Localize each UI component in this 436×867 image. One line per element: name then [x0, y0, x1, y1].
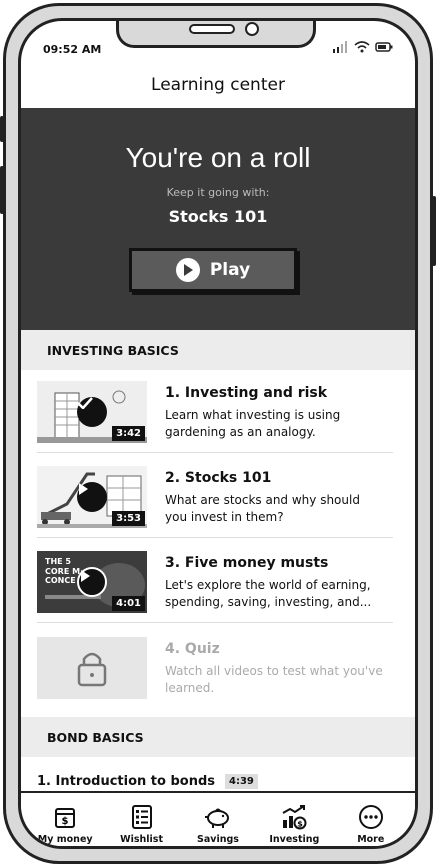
nav-label: More: [357, 834, 385, 845]
video-title: 2. Stocks 101: [165, 470, 272, 486]
video-title: 1. Investing and risk: [165, 385, 328, 401]
hero-course-name: Stocks 101: [168, 207, 268, 226]
quiz-description: Watch all videos to test what you've lea…: [165, 664, 383, 696]
nav-label: Wishlist: [120, 834, 164, 845]
svg-text:$: $: [298, 820, 304, 829]
power-button: [432, 196, 436, 266]
piggy-bank-icon: [204, 808, 229, 828]
battery-icon: [375, 42, 393, 52]
video-title: 3. Five money musts: [165, 555, 329, 571]
hero-subtitle: Keep it going with:: [166, 186, 270, 199]
quiz-item-locked: 4. Quiz Watch all videos to test what yo…: [37, 629, 393, 711]
play-button[interactable]: Play: [129, 248, 297, 292]
camera: [245, 22, 259, 36]
wallet-dollar-icon: $: [55, 808, 76, 828]
bottom-nav: $ My money Wishlist Savings $ Investing …: [21, 791, 415, 846]
play-icon[interactable]: [77, 482, 107, 512]
mute-switch: [0, 116, 4, 142]
nav-label: My money: [37, 834, 93, 845]
video-description: What are stocks and why should you inves…: [165, 493, 360, 525]
nav-my-money[interactable]: $ My money: [30, 803, 100, 845]
growth-chart-icon: $: [282, 805, 307, 830]
video-thumbnail[interactable]: 3:42: [37, 381, 147, 443]
play-button-label: Play: [209, 260, 251, 280]
section-header-bond-basics: BOND BASICS: [21, 717, 415, 757]
nav-investing[interactable]: $ Investing: [259, 803, 329, 845]
video-item-stocks-101[interactable]: 3:53 2. Stocks 101 What are stocks and w…: [37, 458, 393, 538]
video-item-investing-and-risk[interactable]: 3:42 1. Investing and risk Learn what in…: [37, 373, 393, 453]
quiz-thumbnail: [37, 637, 147, 699]
quiz-title: 4. Quiz: [165, 641, 220, 657]
thumbnail-text: THE 5 CORE M CONCE: [45, 557, 81, 586]
svg-text:$: $: [62, 816, 69, 827]
check-icon: [77, 397, 107, 427]
nav-label: Savings: [197, 834, 239, 845]
video-description: Learn what investing is using gardening …: [165, 408, 341, 440]
wifi-icon: [354, 41, 370, 53]
checklist-icon: [131, 805, 152, 829]
play-icon: [175, 258, 200, 282]
phone-frame: 09:52 AM Learning center You're on a rol…: [0, 3, 436, 864]
video-description: Let's explore the world of earning, spen…: [165, 578, 372, 610]
volume-up-button: [0, 166, 4, 214]
video-thumbnail[interactable]: 3:53: [37, 466, 147, 528]
video-item-five-money-musts[interactable]: THE 5 CORE M CONCE 4:01 3. Five money mu…: [37, 543, 393, 623]
notch: [116, 21, 316, 48]
hero-banner: You're on a roll Keep it going with: Sto…: [21, 108, 415, 330]
status-time: 09:52 AM: [43, 43, 102, 56]
nav-savings[interactable]: Savings: [183, 803, 253, 845]
video-duration: 3:42: [112, 426, 145, 441]
hero-title: You're on a roll: [125, 142, 311, 173]
bond-video-item-partial[interactable]: 1. Introduction to bonds 4:39: [37, 774, 258, 789]
section-header-investing-basics: INVESTING BASICS: [21, 330, 415, 370]
status-icons: [333, 41, 393, 53]
nav-label: Investing: [269, 834, 320, 845]
play-icon[interactable]: [77, 567, 107, 597]
screen: 09:52 AM Learning center You're on a rol…: [18, 18, 418, 849]
video-title: 1. Introduction to bonds: [37, 774, 216, 789]
nav-more[interactable]: More: [336, 803, 406, 845]
video-duration: 4:39: [225, 774, 258, 789]
more-dots-icon: [358, 805, 383, 829]
video-thumbnail[interactable]: THE 5 CORE M CONCE 4:01: [37, 551, 147, 613]
nav-wishlist[interactable]: Wishlist: [107, 803, 177, 845]
speaker: [189, 24, 235, 34]
video-duration: 3:53: [112, 511, 145, 526]
video-duration: 4:01: [112, 596, 145, 611]
lock-icon: [77, 652, 107, 687]
signal-icon: [333, 41, 347, 53]
page-title: Learning center: [151, 75, 285, 95]
